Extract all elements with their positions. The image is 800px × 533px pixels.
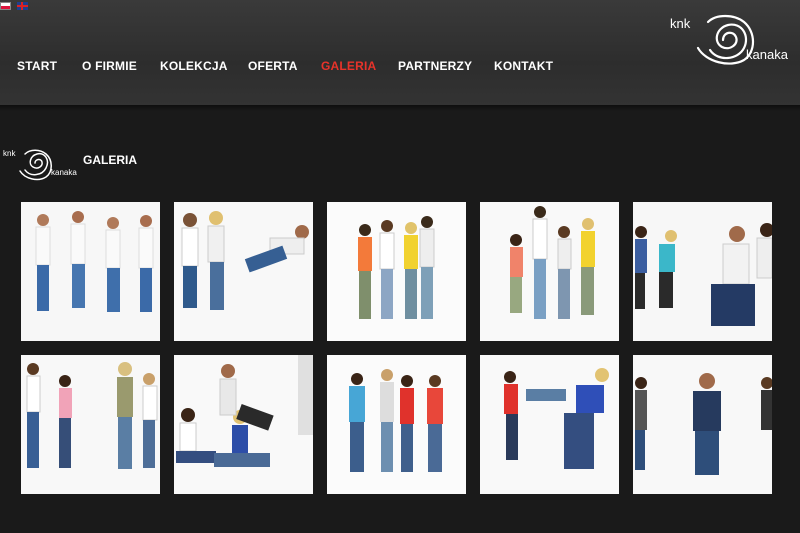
photo-pair-pulling xyxy=(633,202,772,341)
brand-logo[interactable]: knk kanaka xyxy=(668,10,792,70)
gallery-thumb-5[interactable] xyxy=(633,202,772,341)
photo-couple-sitting xyxy=(174,355,313,494)
language-switcher xyxy=(0,2,28,10)
gallery-thumb-8[interactable] xyxy=(327,355,466,494)
section-logo-knk: knk xyxy=(3,149,16,158)
photo-group-tank-tops xyxy=(21,202,160,341)
gallery-thumb-10[interactable] xyxy=(633,355,772,494)
gallery-thumb-1[interactable] xyxy=(21,202,160,341)
gallery-thumb-7[interactable] xyxy=(174,355,313,494)
nav-item-galeria[interactable]: GALERIA xyxy=(321,59,376,73)
nav-item-partnerzy[interactable]: PARTNERZY xyxy=(398,59,472,73)
photo-models-hats xyxy=(21,355,160,494)
section-logo: knk kanaka xyxy=(0,145,90,185)
photo-five-models xyxy=(327,355,466,494)
photo-dancing-group xyxy=(480,202,619,341)
nav-item-oferta[interactable]: OFERTA xyxy=(248,59,298,73)
photo-colorful-tops xyxy=(327,202,466,341)
logo-knk: knk xyxy=(670,16,691,31)
flag-en-icon[interactable] xyxy=(17,2,28,10)
page-title: GALERIA xyxy=(83,153,137,167)
gallery-thumb-2[interactable] xyxy=(174,202,313,341)
header: START O FIRMIE KOLEKCJA OFERTA GALERIA P… xyxy=(0,0,800,111)
gallery-thumb-4[interactable] xyxy=(480,202,619,341)
gallery-thumb-6[interactable] xyxy=(21,355,160,494)
photo-models-jumping xyxy=(174,202,313,341)
nav-item-start[interactable]: START xyxy=(17,59,57,73)
photo-model-blazer xyxy=(633,355,772,494)
photo-tug-of-war xyxy=(480,355,619,494)
section-logo-kanaka: kanaka xyxy=(51,168,77,177)
nav-item-o-firmie[interactable]: O FIRMIE xyxy=(82,59,137,73)
logo-kanaka: kanaka xyxy=(746,47,788,62)
gallery-thumb-9[interactable] xyxy=(480,355,619,494)
nav-item-kolekcja[interactable]: KOLEKCJA xyxy=(160,59,228,73)
flag-pl-icon[interactable] xyxy=(0,2,11,10)
nav-item-kontakt[interactable]: KONTAKT xyxy=(494,59,553,73)
gallery-thumb-3[interactable] xyxy=(327,202,466,341)
